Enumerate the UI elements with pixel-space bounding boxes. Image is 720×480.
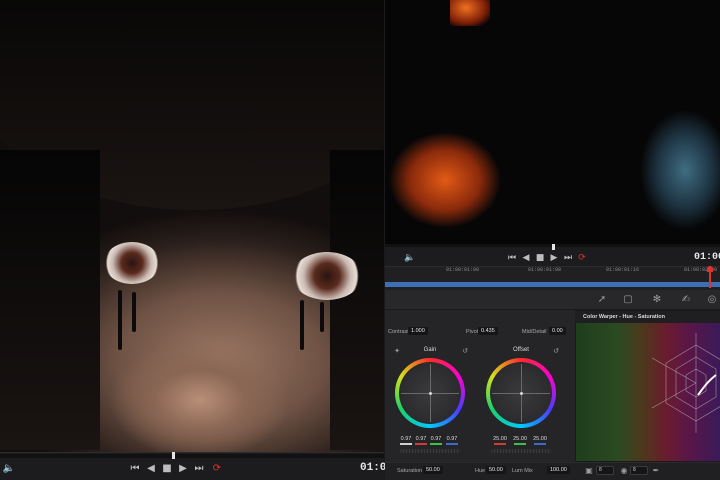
warper-mesh [651,333,720,433]
b-channel-bar [446,443,458,445]
b-channel-bar [534,443,546,445]
skip-forward-icon[interactable]: ⏭ [192,463,206,475]
right-viewer [385,0,720,244]
qualifier-icon[interactable]: ✍ [680,294,692,306]
loop-icon[interactable]: ⟳ [576,253,588,263]
offset-reset-icon[interactable]: ↺ [552,347,560,355]
hue-field[interactable]: 50.00 [486,466,506,474]
gain-value-y[interactable]: 0.97 [398,436,414,442]
tear-streak [300,300,304,350]
g-channel-bar [514,443,526,445]
viewer-highlight [450,0,490,26]
right-playhead[interactable] [552,244,555,250]
right-timecode: 01:00:02 [694,252,720,263]
offset-title: Offset [513,347,529,353]
gain-title: Gain [423,347,437,353]
eye-right [292,252,362,300]
tear-streak [118,290,122,350]
pivot-field[interactable]: 0.435 [478,327,498,335]
offset-master-wheel[interactable] [491,449,551,453]
timeline-tick: 01:00:01:16 [606,267,640,273]
warper-select-b[interactable]: 8 [630,466,648,475]
middetail-field[interactable]: 0.00 [549,327,566,335]
stop-icon[interactable]: ■ [160,463,174,475]
contrast-field[interactable]: 1.000 [408,327,428,335]
y-channel-bar [400,443,412,445]
tear-streak [320,302,324,332]
left-playhead[interactable] [172,452,175,459]
offset-value-r[interactable]: 25.00 [492,436,508,442]
offset-value-b[interactable]: 25.00 [532,436,548,442]
middetail-label: Mid/Detail [522,329,547,335]
volume-icon[interactable]: 🔈 [404,253,416,263]
volume-icon[interactable]: 🔈 [2,463,16,475]
pivot-label: Pivot [466,329,479,335]
color-warper-grid[interactable] [576,323,720,461]
r-channel-bar [415,443,427,445]
saturation-field[interactable]: 50.00 [423,466,443,474]
timeline-tick: 01:00:01:08 [528,267,562,273]
tracker-icon[interactable]: ✻ [651,294,663,306]
offset-puck[interactable] [520,392,523,395]
eyedropper-icon[interactable]: ✒ [650,465,662,477]
hair-side-left [0,150,100,450]
window-icon[interactable]: ▢ [622,294,634,306]
skip-forward-icon[interactable]: ⏭ [562,253,574,263]
r-channel-bar [494,443,506,445]
play-reverse-icon[interactable]: ◀ [520,253,532,263]
tear-streak [132,292,136,332]
play-icon[interactable]: ▶ [548,253,560,263]
curves-icon[interactable]: ➚ [596,294,608,306]
hair-side-right [330,150,384,450]
blur-icon[interactable]: ◎ [706,294,718,306]
warper-range-icon[interactable]: ◉ [618,465,630,477]
left-viewer [0,0,384,480]
stop-icon[interactable]: ■ [534,253,546,263]
gain-reset-icon[interactable]: ↺ [461,347,469,355]
play-reverse-icon[interactable]: ◀ [144,463,158,475]
loop-icon[interactable]: ⟳ [210,463,224,475]
gain-value-b[interactable]: 0.97 [444,436,460,442]
gain-master-wheel[interactable] [400,449,460,453]
g-channel-bar [430,443,442,445]
timeline-clip[interactable] [385,282,720,287]
warper-select-a[interactable]: 8 [596,466,614,475]
palette-toolbar [385,290,720,310]
warper-title: Color Warper - Hue - Saturation [583,314,665,320]
lummix-field[interactable]: 100.00 [547,466,570,474]
saturation-label: Saturation [397,468,423,474]
play-icon[interactable]: ▶ [176,463,190,475]
gain-value-r[interactable]: 0.97 [413,436,429,442]
viewer-image-closeup [0,0,384,452]
timeline-playhead-marker[interactable] [707,266,713,272]
left-scrub-bar[interactable] [0,454,384,458]
eye-left [104,242,160,284]
offset-value-g[interactable]: 25.00 [512,436,528,442]
gain-value-g[interactable]: 0.97 [428,436,444,442]
skip-back-icon[interactable]: ⏮ [128,463,142,475]
skip-back-icon[interactable]: ⏮ [506,253,518,263]
warper-grid-icon[interactable]: ▣ [583,465,595,477]
gain-puck[interactable] [429,392,432,395]
lummix-label: Lum Mix [512,468,533,474]
contrast-label: Contrast [388,329,409,335]
hue-label: Hue [475,468,486,474]
timeline-tick: 01:00:01:00 [446,267,480,273]
